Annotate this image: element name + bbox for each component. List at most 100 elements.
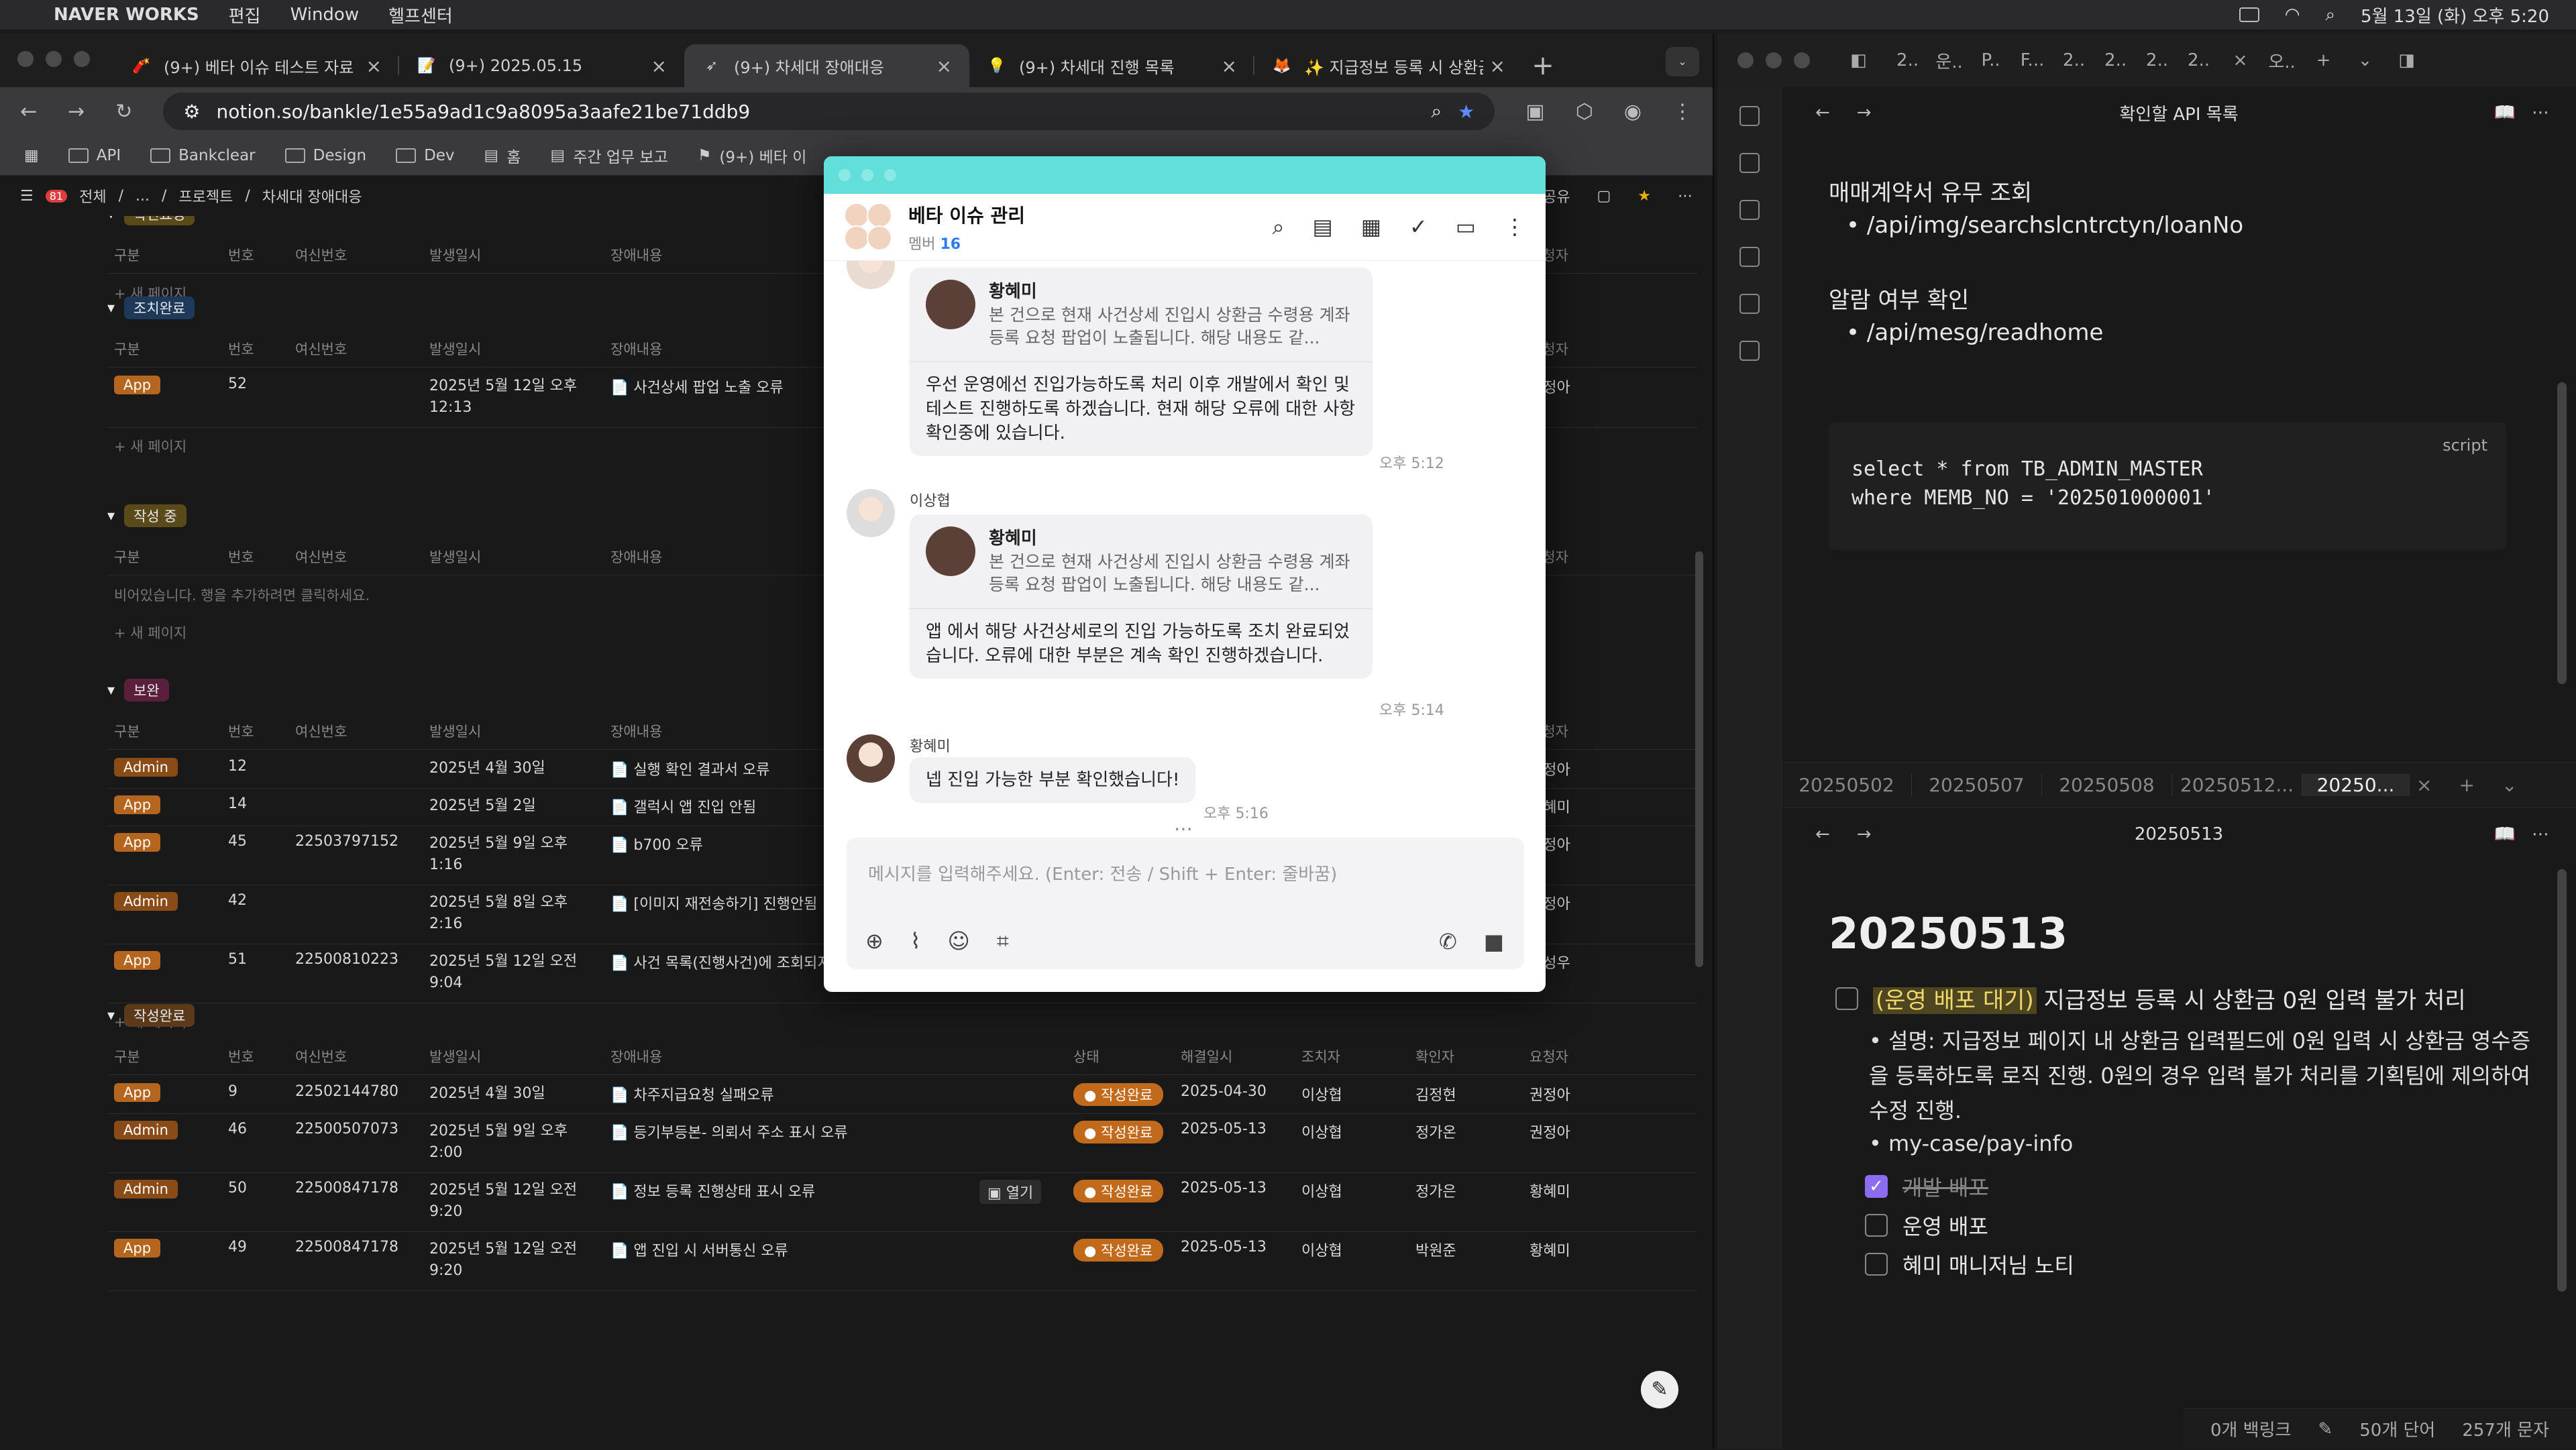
new-tab-button[interactable]: +	[2459, 774, 2474, 796]
bookmark-star-icon[interactable]: ★	[1458, 101, 1474, 123]
close-icon[interactable]: ×	[651, 55, 667, 77]
menu-window[interactable]: Window	[290, 5, 360, 25]
tab-gitlab[interactable]: 🦊 ✨ 지급정보 등록 시 상환금 0 ×	[1254, 44, 1523, 87]
bookmark-api[interactable]: API	[68, 147, 121, 164]
toggle-triangle-icon[interactable]: ▾	[107, 508, 115, 524]
copy-icon[interactable]	[1739, 294, 1760, 314]
url-text[interactable]: notion.so/bankle/1e55a9ad1c9a8095a3aafe2…	[217, 101, 751, 123]
check-item[interactable]: 혜미 매니저님 노티	[1865, 1249, 2074, 1280]
grid-icon[interactable]	[1739, 247, 1760, 267]
window-zoom-button[interactable]	[884, 169, 896, 181]
tab-20250515[interactable]: 📝 (9+) 2025.05.15 ×	[399, 44, 684, 87]
column-header-type[interactable]: 구분	[114, 245, 140, 265]
column-header-loan[interactable]: 여신번호	[295, 721, 347, 741]
book-icon[interactable]: 📖	[2494, 103, 2516, 123]
files-icon[interactable]	[1739, 106, 1760, 126]
calendar-icon[interactable]: ▦	[1361, 214, 1381, 240]
column-header-resolved[interactable]: 해결일시	[1181, 1046, 1232, 1066]
menubar-app-name[interactable]: NAVER WORKS	[54, 5, 199, 25]
column-header-date[interactable]: 발생일시	[429, 339, 481, 359]
member-count[interactable]: 멤버 16	[908, 232, 1025, 254]
notes-tab[interactable]: F...	[2012, 50, 2053, 70]
add-icon[interactable]: ⊕	[865, 928, 883, 954]
column-header-checker[interactable]: 확인자	[1415, 1046, 1454, 1066]
chevron-down-icon[interactable]: ⌄	[2345, 50, 2386, 70]
new-page-button[interactable]: + 새 페이지	[114, 622, 186, 643]
forward-arrow-icon[interactable]: →	[68, 100, 85, 123]
notes-tab[interactable]: 2..	[2053, 50, 2095, 70]
breadcrumb-all[interactable]: 전체	[79, 185, 106, 207]
avatar[interactable]	[847, 261, 895, 289]
column-header-loan[interactable]: 여신번호	[295, 1046, 347, 1066]
search-icon[interactable]: ⌕	[1273, 214, 1285, 240]
chevron-down-icon[interactable]: ⌄	[2502, 774, 2517, 796]
notes-tab[interactable]: 2..	[2095, 50, 2137, 70]
column-header-content[interactable]: 장애내용	[610, 245, 662, 265]
address-bar[interactable]: ⚙ notion.so/bankle/1e55a9ad1c9a8095a3aaf…	[163, 93, 1495, 130]
column-header-num[interactable]: 번호	[228, 1046, 254, 1066]
breadcrumb-project[interactable]: 프로젝트	[178, 185, 233, 207]
folder-icon[interactable]: ▭	[1456, 214, 1476, 240]
column-header-content[interactable]: 장애내용	[610, 547, 662, 567]
notes-tab[interactable]: 2..	[1887, 50, 1929, 70]
scrollbar[interactable]	[2557, 869, 2567, 1292]
table-row[interactable]: App 49 22500847178 2025년 5월 12일 오전 9:20 📄 앱 …	[107, 1232, 1697, 1291]
toggle-triangle-icon[interactable]: ▾	[107, 1007, 115, 1024]
close-icon[interactable]: ×	[2220, 50, 2261, 70]
sidebar-layout-icon[interactable]: ◧	[1850, 50, 1867, 70]
emoji-icon[interactable]: ☺	[947, 928, 969, 954]
window-controls[interactable]	[1737, 52, 1810, 68]
bookmark-bankclear[interactable]: Bankclear	[150, 147, 256, 164]
table-row[interactable]: App 9 22502144780 2025년 4월 30일 📄 차주지급요청 실패오류…	[107, 1076, 1697, 1114]
share-button[interactable]: 공유	[1543, 185, 1570, 207]
column-header-num[interactable]: 번호	[228, 547, 254, 567]
calendar-icon[interactable]	[1739, 153, 1760, 173]
more-icon[interactable]: ⋯	[1678, 188, 1693, 205]
toggle-triangle-icon[interactable]: ▾	[107, 300, 115, 317]
column-header-status[interactable]: 상태	[1073, 1046, 1099, 1066]
bookmark-home[interactable]: ▤ 홈	[484, 144, 521, 167]
close-icon[interactable]: ×	[2416, 774, 2432, 796]
bookmark-weekly[interactable]: ▤ 주간 업무 보고	[550, 144, 667, 167]
note-tab[interactable]: 20250508	[2042, 773, 2172, 796]
close-icon[interactable]: ×	[1222, 55, 1237, 77]
group-header[interactable]: ▾ 확인요청	[107, 216, 195, 225]
message-bubble[interactable]: 황혜미 본 건으로 현재 사건상세 진입시 상환금 수령용 계좌 등록 요청 팝업…	[910, 514, 1373, 679]
bookmark-design[interactable]: Design	[284, 147, 366, 164]
window-close-button[interactable]	[839, 169, 851, 181]
message-bubble[interactable]: 황혜미 본 건으로 현재 사건상세 진입시 상환금 수령용 계좌 등록 요청 팝업…	[910, 268, 1373, 456]
message-composer[interactable]: 메시지를 입력해주세요. (Enter: 전송 / Shift + Enter:…	[847, 838, 1524, 969]
checkbox-checked-icon[interactable]: ✓	[1865, 1175, 1888, 1198]
toggle-triangle-icon[interactable]: ▾	[107, 682, 115, 699]
column-header-type[interactable]: 구분	[114, 339, 140, 359]
column-header-type[interactable]: 구분	[114, 547, 140, 567]
battery-icon[interactable]	[2239, 7, 2259, 22]
terminal-icon[interactable]	[1739, 341, 1760, 361]
column-header-num[interactable]: 번호	[228, 721, 254, 741]
column-header-loan[interactable]: 여신번호	[295, 339, 347, 359]
column-header-date[interactable]: 발생일시	[429, 547, 481, 567]
task-check-icon[interactable]: ✓	[1409, 214, 1428, 240]
column-header-requester[interactable]: 요청자	[1529, 1046, 1568, 1066]
toggle-triangle-icon[interactable]: ▾	[107, 216, 115, 223]
open-button[interactable]: ▣ 열기	[979, 1180, 1042, 1204]
notes-tab[interactable]: 2..	[2137, 50, 2178, 70]
close-icon[interactable]: ×	[1490, 55, 1505, 77]
note-tab[interactable]: 20250502	[1782, 773, 1912, 796]
reload-icon[interactable]: ↻	[115, 100, 132, 123]
column-header-loan[interactable]: 여신번호	[295, 245, 347, 265]
check-item[interactable]: ✓ 개발 배포	[1865, 1171, 1988, 1202]
empty-hint[interactable]: 비어있습니다. 행을 추가하려면 클릭하세요.	[114, 585, 370, 605]
back-arrow-icon[interactable]: ←	[20, 100, 37, 123]
column-header-type[interactable]: 구분	[114, 721, 140, 741]
notes-tab[interactable]: 운..	[1929, 48, 1970, 73]
breadcrumb-ellipsis[interactable]: ...	[136, 188, 150, 205]
column-header-date[interactable]: 발생일시	[429, 1046, 481, 1066]
quoted-message[interactable]: 황혜미 본 건으로 현재 사건상세 진입시 상환금 수령용 계좌 등록 요청 팝업…	[910, 514, 1373, 609]
comment-icon[interactable]: ▢	[1597, 188, 1611, 205]
notes-tab[interactable]: 2..	[2178, 50, 2220, 70]
code-block[interactable]: script select * from TB_ADMIN_MASTER whe…	[1829, 423, 2506, 550]
new-tab-button[interactable]: +	[2303, 50, 2345, 70]
apps-grid-icon[interactable]: ▦	[24, 147, 39, 164]
task-checkbox[interactable]	[1835, 987, 1858, 1010]
